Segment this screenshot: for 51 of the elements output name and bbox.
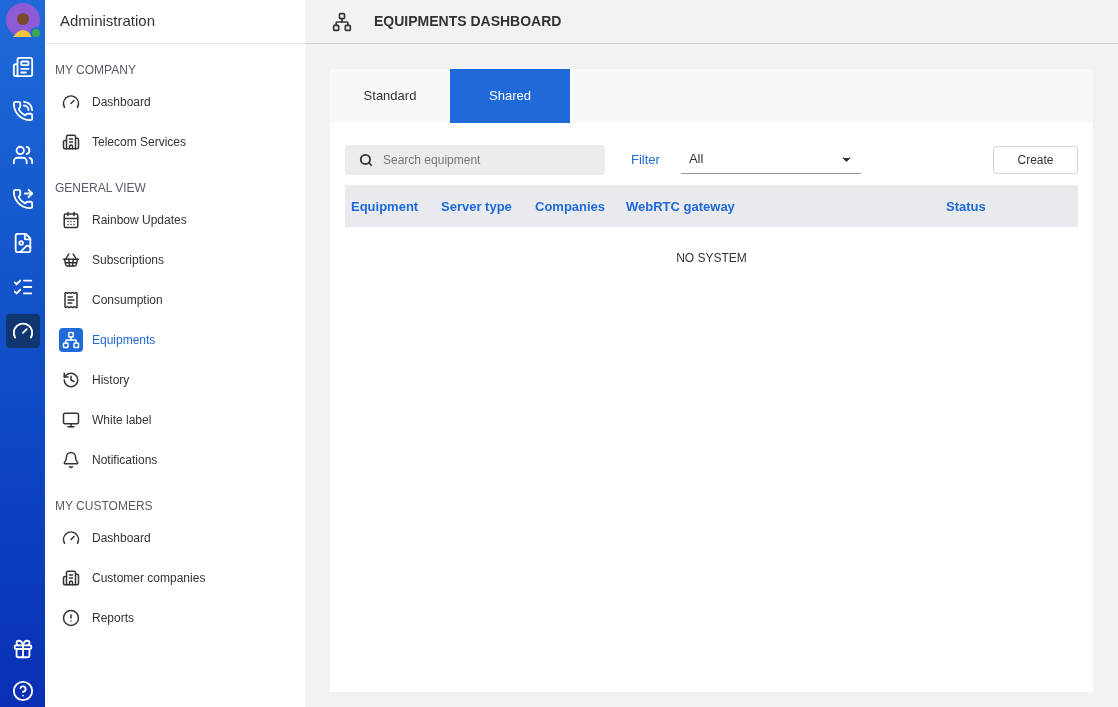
receipt-icon: [62, 291, 80, 309]
empty-message: NO SYSTEM: [676, 250, 747, 267]
section-heading: MY COMPANY: [54, 62, 137, 79]
section-heading: MY CUSTOMERS: [54, 498, 154, 515]
sidebar-item[interactable]: Dashboard: [45, 82, 305, 122]
page-title: EQUIPMENTS DASHBOARD: [374, 12, 562, 31]
sidebar-item[interactable]: Telecom Services: [45, 122, 305, 162]
gift-icon[interactable]: [11, 638, 34, 660]
calendar-icon: [62, 211, 80, 229]
sidebar-item[interactable]: Consumption: [45, 280, 305, 320]
filter-dropdown[interactable]: All: [680, 145, 861, 174]
create-button[interactable]: Create: [993, 145, 1078, 174]
section-heading: GENERAL VIEW: [54, 180, 147, 197]
network-icon: [62, 331, 80, 349]
building-icon: [62, 569, 80, 587]
bell-icon: [62, 451, 80, 469]
column-header[interactable]: WebRTC gateway: [626, 199, 735, 214]
tab[interactable]: Shared: [450, 69, 570, 123]
network-icon: [332, 11, 352, 32]
help-icon[interactable]: [11, 680, 34, 702]
sidebar-title: Administration: [60, 11, 156, 32]
newspaper-icon: [11, 56, 34, 78]
column-header[interactable]: Status: [946, 199, 986, 214]
avatar[interactable]: [5, 3, 40, 37]
filter-label: Filter: [631, 150, 660, 169]
tab[interactable]: Standard: [330, 69, 450, 123]
sidebar-item[interactable]: White label: [45, 400, 305, 440]
column-header[interactable]: Companies: [535, 199, 606, 214]
building-icon: [62, 133, 80, 151]
history-icon: [62, 371, 80, 389]
monitor-icon: [62, 411, 80, 429]
phone-icon: [11, 100, 34, 122]
search-icon: [359, 152, 373, 167]
person-silhouette-icon: [11, 11, 34, 37]
sidebar-item[interactable]: Rainbow Updates: [45, 200, 305, 240]
sidebar-item[interactable]: History: [45, 360, 305, 400]
sidebar-item[interactable]: Dashboard: [45, 518, 305, 558]
search-field[interactable]: Search equipment: [345, 144, 605, 175]
sidebar-item[interactable]: Reports: [45, 598, 305, 638]
rail-button[interactable]: [5, 314, 40, 348]
sidebar-item[interactable]: Subscriptions: [45, 240, 305, 280]
alert-icon: [62, 609, 80, 627]
sidebar-item[interactable]: Notifications: [45, 440, 305, 480]
gauge-icon: [62, 529, 80, 547]
gauge-icon: [62, 93, 80, 111]
column-header[interactable]: Equipment: [351, 199, 419, 214]
basket-icon: [62, 251, 80, 269]
column-header[interactable]: Server type: [441, 199, 512, 214]
sidebar-item[interactable]: Customer companies: [45, 558, 305, 598]
sidebar-item[interactable]: Equipments: [45, 320, 305, 360]
people-icon: [11, 144, 34, 166]
